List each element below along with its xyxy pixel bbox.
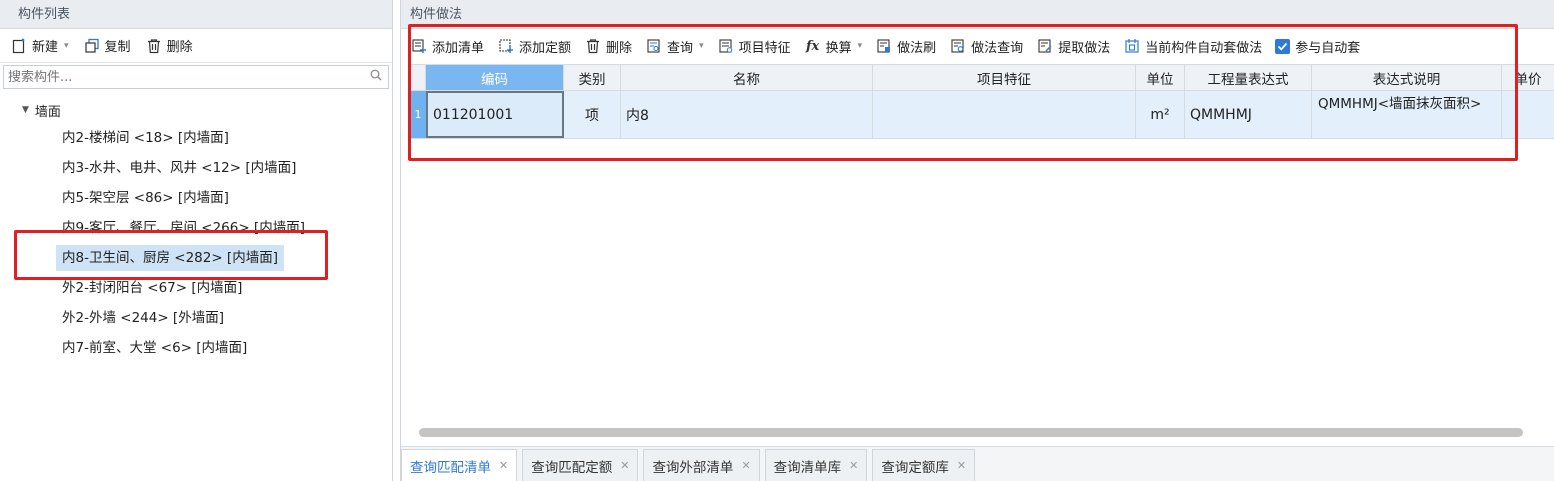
- bottom-tab-bar: 查询匹配清单 ✕ 查询匹配定额 ✕ 查询外部清单 ✕ 查询清单库 ✕ 查询定额库 ✕: [401, 446, 1554, 481]
- tab-label: 查询匹配清单: [410, 459, 491, 476]
- tree-root-wall[interactable]: ▼ 墙面: [0, 97, 392, 123]
- component-search-box[interactable]: [3, 65, 389, 89]
- chevron-down-icon[interactable]: ▾: [64, 41, 69, 51]
- tree-item[interactable]: 外2-外墙 <244> [外墙面]: [0, 303, 392, 333]
- copy-button[interactable]: 复制: [83, 36, 131, 55]
- tab-label: 查询定额库: [881, 459, 949, 476]
- tree-item[interactable]: 内2-楼梯间 <18> [内墙面]: [0, 123, 392, 153]
- tree-item-label: 内3-水井、电井、风井 <12> [内墙面]: [62, 160, 297, 176]
- tree-item[interactable]: 内7-前室、大堂 <6> [内墙面]: [0, 333, 392, 363]
- horizontal-scrollbar[interactable]: [419, 428, 1523, 437]
- tab-label: 查询外部清单: [652, 459, 734, 476]
- delete-button-label: 删除: [166, 40, 193, 55]
- delete-button[interactable]: 删除: [145, 36, 193, 55]
- close-icon[interactable]: ✕: [741, 459, 750, 472]
- component-tree: ▼ 墙面 内2-楼梯间 <18> [内墙面] 内3-水井、电井、风井 <12> …: [0, 89, 392, 363]
- highlight-box-selected-component: [14, 230, 328, 280]
- tab-query-external-list[interactable]: 查询外部清单 ✕: [643, 449, 760, 481]
- highlight-box-method-grid: [408, 24, 1518, 161]
- new-button-label: 新建: [32, 40, 59, 55]
- tree-item[interactable]: 内5-架空层 <86> [内墙面]: [0, 183, 392, 213]
- tab-query-match-quota[interactable]: 查询匹配定额 ✕: [522, 449, 639, 481]
- new-button[interactable]: 新建 ▾: [10, 36, 69, 55]
- tree-root-label: 墙面: [34, 104, 61, 120]
- search-icon[interactable]: [370, 69, 382, 85]
- tab-label: 查询匹配定额: [531, 459, 613, 476]
- tab-query-list-library[interactable]: 查询清单库 ✕: [764, 449, 868, 481]
- search-input[interactable]: [8, 69, 338, 85]
- close-icon[interactable]: ✕: [499, 459, 508, 472]
- copy-button-label: 复制: [104, 40, 131, 55]
- tab-query-quota-library[interactable]: 查询定额库 ✕: [872, 449, 976, 481]
- component-list-title: 构件列表: [0, 0, 392, 29]
- tree-item-label: 外2-封闭阳台 <67> [内墙面]: [62, 280, 243, 296]
- collapse-arrow-icon[interactable]: ▼: [22, 105, 29, 115]
- tab-label: 查询清单库: [773, 459, 842, 476]
- new-file-icon: [10, 37, 28, 55]
- trash-icon: [145, 37, 163, 55]
- tab-query-match-list[interactable]: 查询匹配清单 ✕: [401, 449, 518, 481]
- component-list-panel: 构件列表 新建 ▾ 复制 删除 ▼ 墙面: [0, 0, 393, 481]
- tree-item-label: 内2-楼梯间 <18> [内墙面]: [62, 130, 229, 146]
- component-list-toolbar: 新建 ▾ 复制 删除: [0, 29, 392, 63]
- tree-item-label: 外2-外墙 <244> [外墙面]: [62, 310, 224, 326]
- close-icon[interactable]: ✕: [849, 459, 858, 472]
- tree-item-label: 内7-前室、大堂 <6> [内墙面]: [62, 340, 248, 356]
- close-icon[interactable]: ✕: [620, 459, 629, 472]
- copy-icon: [83, 37, 101, 55]
- tree-item-label: 内5-架空层 <86> [内墙面]: [62, 190, 229, 206]
- close-icon[interactable]: ✕: [957, 459, 966, 472]
- tree-item[interactable]: 内3-水井、电井、风井 <12> [内墙面]: [0, 153, 392, 183]
